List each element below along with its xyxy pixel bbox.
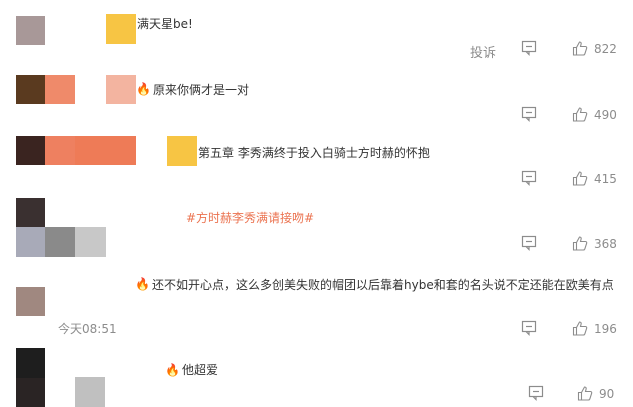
like-button[interactable]: 196 <box>572 321 617 336</box>
reply-button[interactable] <box>521 40 537 56</box>
reply-button[interactable] <box>521 106 537 122</box>
comment-text: 原来你俩才是一对 <box>153 83 250 97</box>
flame-icon: 🔥 <box>136 82 151 96</box>
like-button[interactable]: 90 <box>577 386 614 401</box>
comment-text: 还不如开心点，这么多创美失败的帽团以后靠着hybe和套的名头说不定还能在欧美有点 <box>152 278 614 292</box>
reply-button[interactable] <box>521 170 537 186</box>
comment-icon <box>528 385 544 401</box>
comment-icon <box>521 170 537 186</box>
like-count: 90 <box>599 386 615 401</box>
username-redacted[interactable] <box>45 75 75 104</box>
flame-icon: 🔥 <box>135 277 150 291</box>
thumbs-up-icon <box>577 386 593 401</box>
avatar[interactable] <box>16 348 45 378</box>
like-button[interactable]: 822 <box>572 41 617 56</box>
comment-icon <box>521 40 537 56</box>
comment-icon <box>521 235 537 251</box>
reply-button[interactable] <box>521 320 537 336</box>
timestamp: 今天08:51 <box>58 322 117 336</box>
username-redacted[interactable] <box>45 136 75 165</box>
username-redacted[interactable] <box>167 136 197 166</box>
like-count: 415 <box>594 171 617 186</box>
avatar[interactable] <box>16 136 45 165</box>
thumbs-up-icon <box>572 107 588 122</box>
like-count: 196 <box>594 321 617 336</box>
username-redacted[interactable] <box>16 227 45 257</box>
comment-icon <box>521 320 537 336</box>
hashtag-link[interactable]: #方时赫李秀满请接吻# <box>186 210 314 226</box>
like-button[interactable]: 490 <box>572 107 617 122</box>
comment-text: 满天星be! <box>137 17 193 31</box>
avatar[interactable] <box>16 378 45 407</box>
report-link[interactable]: 投诉 <box>470 42 496 61</box>
reply-button[interactable] <box>528 385 544 401</box>
avatar[interactable] <box>16 16 45 45</box>
like-button[interactable]: 368 <box>572 236 617 251</box>
username-redacted[interactable] <box>75 377 105 407</box>
comment-icon <box>521 106 537 122</box>
comment-text: 他超爱 <box>182 363 219 377</box>
username-redacted[interactable] <box>106 14 136 44</box>
username-redacted[interactable] <box>75 136 136 165</box>
avatar[interactable] <box>16 287 45 316</box>
like-count: 822 <box>594 41 617 56</box>
like-count: 368 <box>594 236 617 251</box>
username-redacted[interactable] <box>45 227 75 257</box>
comment-text: 第五章 李秀满终于投入白骑士方时赫的怀抱 <box>198 146 430 160</box>
avatar[interactable] <box>16 198 45 227</box>
username-redacted[interactable] <box>75 227 106 257</box>
thumbs-up-icon <box>572 41 588 56</box>
reply-button[interactable] <box>521 235 537 251</box>
avatar[interactable] <box>16 75 45 104</box>
like-count: 490 <box>594 107 617 122</box>
thumbs-up-icon <box>572 236 588 251</box>
username-redacted[interactable] <box>106 75 136 104</box>
thumbs-up-icon <box>572 171 588 186</box>
thumbs-up-icon <box>572 321 588 336</box>
flame-icon: 🔥 <box>165 363 180 377</box>
like-button[interactable]: 415 <box>572 171 617 186</box>
